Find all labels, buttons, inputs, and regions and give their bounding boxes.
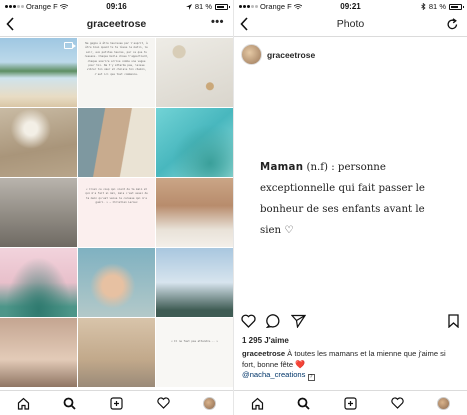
share-button[interactable]	[290, 314, 307, 333]
caption-mention[interactable]: @nacha_creations	[242, 370, 305, 379]
quote-word: Maman	[260, 162, 304, 173]
quote-line: bonheur de ses enfants avant le	[260, 204, 425, 215]
quote-line: sien ♡	[260, 225, 294, 236]
grid-post[interactable]: « Il ne faut pas attendre... »	[156, 318, 233, 387]
photo-screen: Orange F 09:21 81 % Photo graceetrose Ma…	[234, 0, 467, 415]
grid-post[interactable]	[0, 38, 77, 107]
comment-button[interactable]	[265, 314, 281, 333]
red-heart-icon: ❤️	[295, 359, 306, 369]
profile-avatar	[437, 396, 451, 410]
home-icon	[17, 397, 29, 410]
quote-text: « Cruel ce coup qui vient de ta main et …	[85, 188, 148, 205]
heart-icon	[241, 314, 256, 328]
quote-text: « Il ne faut pas attendre... »	[171, 340, 218, 343]
tab-profile[interactable]	[199, 393, 221, 413]
page-title: Photo	[336, 18, 365, 30]
grid-post[interactable]	[0, 178, 77, 247]
battery-icon	[449, 3, 464, 10]
battery-percent: 81 %	[194, 2, 212, 11]
tab-new-post[interactable]	[339, 393, 361, 413]
grid-post[interactable]	[78, 248, 155, 317]
new-post-icon	[110, 396, 123, 410]
save-button[interactable]	[448, 314, 459, 333]
tab-new-post[interactable]	[105, 393, 127, 413]
grid-post[interactable]	[156, 248, 233, 317]
search-icon	[63, 397, 77, 410]
photo-grid: Ne gagne à être heureuse par l'esprit, à…	[0, 38, 233, 390]
grid-post[interactable]	[156, 108, 233, 177]
grid-post[interactable]	[78, 108, 155, 177]
comment-icon	[265, 314, 280, 329]
grid-post[interactable]: « Cruel ce coup qui vient de ta main et …	[78, 178, 155, 247]
quote-line: exceptionnelle qui fait passer le	[260, 183, 425, 194]
grid-post[interactable]	[156, 38, 233, 107]
grid-post[interactable]: Ne gagne à être heureuse par l'esprit, à…	[78, 38, 155, 107]
more-options-button[interactable]: •••	[211, 16, 224, 28]
tab-home[interactable]	[12, 393, 34, 413]
translate-icon: ?	[307, 374, 315, 381]
send-icon	[290, 314, 307, 329]
grid-post[interactable]	[0, 108, 77, 177]
quote-line: (n.f) : personne	[303, 162, 386, 173]
grid-post[interactable]	[0, 248, 77, 317]
grid-post[interactable]	[0, 318, 77, 387]
tab-search[interactable]	[59, 393, 81, 413]
avatar[interactable]	[241, 44, 262, 65]
refresh-button[interactable]	[446, 18, 459, 36]
grid-post[interactable]	[78, 318, 155, 387]
post-username[interactable]: graceetrose	[267, 50, 315, 60]
profile-header: graceetrose •••	[0, 13, 233, 37]
quote-text: Ne gagne à être heureuse par l'esprit, à…	[84, 42, 149, 76]
new-post-icon	[344, 396, 357, 410]
tab-activity[interactable]	[386, 393, 408, 413]
like-button[interactable]	[241, 314, 256, 333]
battery-icon	[215, 3, 230, 10]
location-icon	[185, 3, 192, 10]
search-icon	[297, 397, 311, 410]
post-quote-text: Maman (n.f) : personne exceptionnelle qu…	[260, 157, 452, 241]
home-icon	[251, 397, 263, 410]
status-bar: Orange F 09:21 81 %	[234, 0, 467, 13]
post-caption: graceetrose À toutes les mamans et la mi…	[242, 349, 459, 381]
tab-profile[interactable]	[433, 393, 455, 413]
post-image[interactable]: Maman (n.f) : personne exceptionnelle qu…	[234, 73, 467, 307]
tab-bar	[234, 390, 467, 415]
tab-home[interactable]	[246, 393, 268, 413]
battery-percent: 81 %	[428, 2, 446, 11]
refresh-icon	[447, 18, 458, 30]
grid-post[interactable]	[156, 178, 233, 247]
tab-activity[interactable]	[152, 393, 174, 413]
tab-bar	[0, 390, 233, 415]
like-count[interactable]: 1 295 J'aime	[242, 336, 289, 345]
post-header: graceetrose	[234, 40, 467, 70]
video-icon	[64, 42, 76, 49]
profile-username: graceetrose	[86, 18, 147, 30]
bluetooth-icon	[421, 3, 426, 10]
bookmark-icon	[448, 314, 459, 329]
profile-screen: Orange F 09:16 81 % graceetrose ••• Ne g…	[0, 0, 233, 415]
post-actions	[234, 312, 467, 332]
caption-username[interactable]: graceetrose	[242, 349, 285, 358]
photo-header: Photo	[234, 13, 467, 37]
heart-icon	[390, 397, 404, 409]
tab-search[interactable]	[293, 393, 315, 413]
heart-icon	[156, 397, 170, 409]
profile-avatar	[203, 396, 217, 410]
status-bar: Orange F 09:16 81 %	[0, 0, 233, 13]
